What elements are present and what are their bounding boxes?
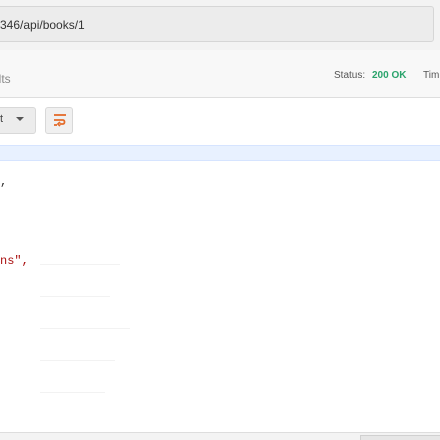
ghost-line bbox=[40, 392, 105, 393]
ghost-line bbox=[40, 328, 130, 329]
status-label: Status: bbox=[334, 70, 366, 81]
page: 346/api/books/1 ults Status: 200 OK Tim … bbox=[0, 0, 440, 440]
request-url-text[interactable]: 346/api/books/1 bbox=[0, 18, 85, 32]
chevron-down-icon[interactable] bbox=[14, 114, 26, 124]
status-value: 200 OK bbox=[372, 70, 407, 81]
ghost-line bbox=[40, 296, 110, 297]
code-line-string-fragment: ns", bbox=[0, 254, 29, 268]
time-label: Tim bbox=[423, 70, 440, 81]
ghost-line bbox=[40, 264, 120, 265]
response-body-editor[interactable] bbox=[0, 145, 440, 432]
wrap-lines-icon[interactable] bbox=[52, 113, 68, 127]
tab-test-results[interactable]: ults bbox=[0, 72, 11, 86]
ghost-line bbox=[40, 360, 115, 361]
active-line-highlight bbox=[0, 145, 440, 161]
format-select-text[interactable]: t bbox=[0, 113, 3, 126]
code-line-comma: , bbox=[0, 175, 8, 189]
resize-handle[interactable] bbox=[360, 435, 440, 440]
